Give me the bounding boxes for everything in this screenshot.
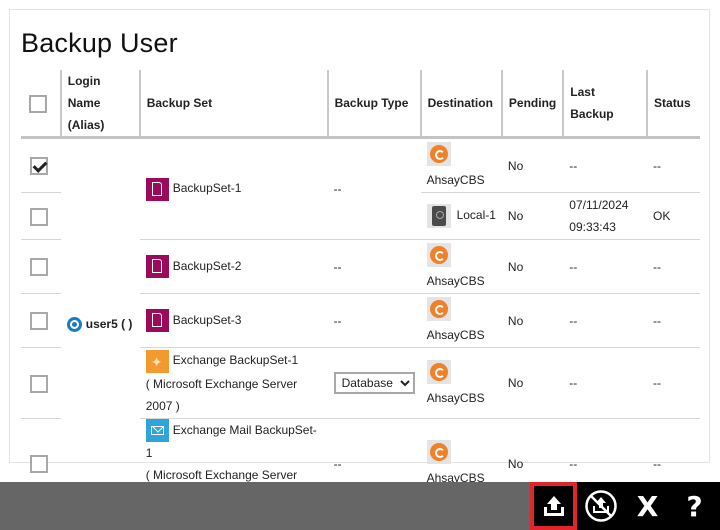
- backup-set-subtitle: ( Microsoft Exchange Server: [145, 376, 298, 391]
- row-select-cell[interactable]: [21, 239, 61, 294]
- ahsay-cbs-icon: [426, 142, 451, 166]
- backup-set-cell: BackupSet-3: [139, 293, 328, 348]
- exchange-icon: [145, 349, 169, 373]
- backup-set-subtitle-2: 2007 ): [145, 398, 180, 413]
- backup-type-select[interactable]: Database: [333, 372, 415, 394]
- last-backup-cell: --: [563, 137, 648, 193]
- backup-set-cell: BackupSet-1: [139, 137, 328, 240]
- local-drive-icon: [426, 204, 451, 228]
- destination-name: AhsayCBS: [426, 173, 485, 187]
- file-icon: [145, 177, 169, 201]
- table-row: user5 ( ) BackupSet-1 -- AhsayCBS No -- …: [21, 137, 700, 332]
- last-backup-cell: --: [563, 293, 648, 348]
- status-cell: --: [647, 293, 700, 348]
- header-select-all[interactable]: [21, 70, 61, 139]
- pending-cell: No: [501, 137, 564, 193]
- disable-upload-icon: [584, 490, 617, 522]
- header-backup-type: Backup Type: [326, 70, 421, 139]
- page-title: Backup User: [21, 28, 178, 58]
- destination-cell: AhsayCBS: [420, 137, 502, 193]
- login-name: user5 ( ): [85, 316, 133, 331]
- backup-type-cell: --: [327, 293, 421, 348]
- ahsay-cbs-icon: [426, 297, 451, 321]
- close-button[interactable]: X: [624, 482, 671, 530]
- backup-set-name: BackupSet-2: [172, 258, 242, 273]
- row-checkbox[interactable]: [29, 258, 48, 277]
- backup-type-cell: --: [327, 137, 421, 240]
- header-status: Status: [646, 70, 700, 139]
- help-button[interactable]: ?: [671, 482, 718, 530]
- user-radio-icon: [66, 316, 82, 332]
- status-cell: --: [647, 347, 700, 419]
- destination-name: AhsayCBS: [426, 390, 485, 405]
- backup-user-table: Login Name (Alias) Backup Set Backup Typ…: [21, 70, 700, 508]
- backup-set-cell: BackupSet-2: [139, 239, 328, 294]
- pending-cell: No: [501, 293, 564, 348]
- toolbar-actions: X ?: [530, 482, 720, 530]
- pending-cell: No: [501, 347, 564, 419]
- file-icon: [145, 309, 169, 333]
- login-name-cell: user5 ( ): [61, 138, 140, 509]
- destination-cell: AhsayCBS: [420, 239, 502, 294]
- disable-upload-button[interactable]: [577, 482, 624, 530]
- mail-icon: [145, 419, 169, 443]
- destination-name: Local-1: [456, 208, 496, 223]
- header-login-label: Login Name: [67, 74, 101, 110]
- last-backup-cell: --: [563, 347, 648, 419]
- ahsay-cbs-icon: [426, 440, 451, 465]
- destination-name: AhsayCBS: [426, 328, 485, 342]
- backup-set-name: BackupSet-1: [172, 181, 242, 196]
- header-last-backup: Last Backup: [562, 70, 648, 139]
- last-backup-time: 09:33:43: [569, 220, 616, 234]
- backup-set-name: BackupSet-3: [172, 312, 242, 327]
- bottom-toolbar: X ?: [0, 482, 720, 530]
- select-all-checkbox[interactable]: [29, 94, 48, 113]
- header-destination: Destination: [419, 70, 502, 139]
- header-login-name: Login Name (Alias): [59, 70, 140, 139]
- upload-backup-icon: [543, 496, 564, 516]
- destination-cell: Local-1: [420, 192, 502, 240]
- row-checkbox[interactable]: [29, 157, 48, 176]
- pending-cell: No: [501, 192, 564, 240]
- row-checkbox[interactable]: [29, 455, 48, 474]
- row-checkbox[interactable]: [29, 312, 48, 331]
- backup-set-name: Exchange Mail BackupSet-1: [145, 423, 317, 461]
- backup-type-cell: Database: [327, 347, 421, 419]
- status-cell: OK: [647, 192, 700, 240]
- last-backup-cell: 07/11/2024 09:33:43: [563, 192, 648, 240]
- backup-set-name: Exchange BackupSet-1: [172, 353, 299, 368]
- pending-cell: No: [501, 239, 564, 294]
- destination-cell: AhsayCBS: [420, 347, 502, 419]
- ahsay-cbs-icon: [426, 243, 451, 267]
- header-alias-label: (Alias): [67, 118, 105, 132]
- row-select-cell[interactable]: [21, 137, 61, 193]
- header-pending: Pending: [500, 70, 564, 139]
- backup-user-panel: Backup User Login Name (Alias) Backup Se…: [9, 9, 710, 504]
- upload-backup-button[interactable]: [530, 482, 577, 530]
- destination-cell: AhsayCBS: [420, 293, 502, 348]
- table-header-row: Login Name (Alias) Backup Set Backup Typ…: [21, 70, 700, 139]
- help-icon: ?: [686, 489, 703, 523]
- row-checkbox[interactable]: [29, 374, 48, 393]
- status-cell: --: [647, 137, 700, 193]
- row-select-cell[interactable]: [21, 293, 61, 348]
- last-backup-date: 07/11/2024: [569, 198, 629, 212]
- backup-type-cell: --: [327, 239, 421, 294]
- file-icon: [145, 255, 169, 279]
- row-checkbox[interactable]: [29, 207, 48, 226]
- backup-set-cell: Exchange BackupSet-1 ( Microsoft Exchang…: [139, 347, 328, 419]
- ahsay-cbs-icon: [426, 359, 451, 384]
- destination-name: AhsayCBS: [426, 274, 485, 288]
- row-select-cell[interactable]: [21, 192, 61, 240]
- last-backup-cell: --: [563, 239, 648, 294]
- header-backup-set: Backup Set: [138, 70, 328, 139]
- status-cell: --: [647, 239, 700, 294]
- row-select-cell[interactable]: [21, 347, 61, 419]
- close-icon: X: [636, 489, 659, 523]
